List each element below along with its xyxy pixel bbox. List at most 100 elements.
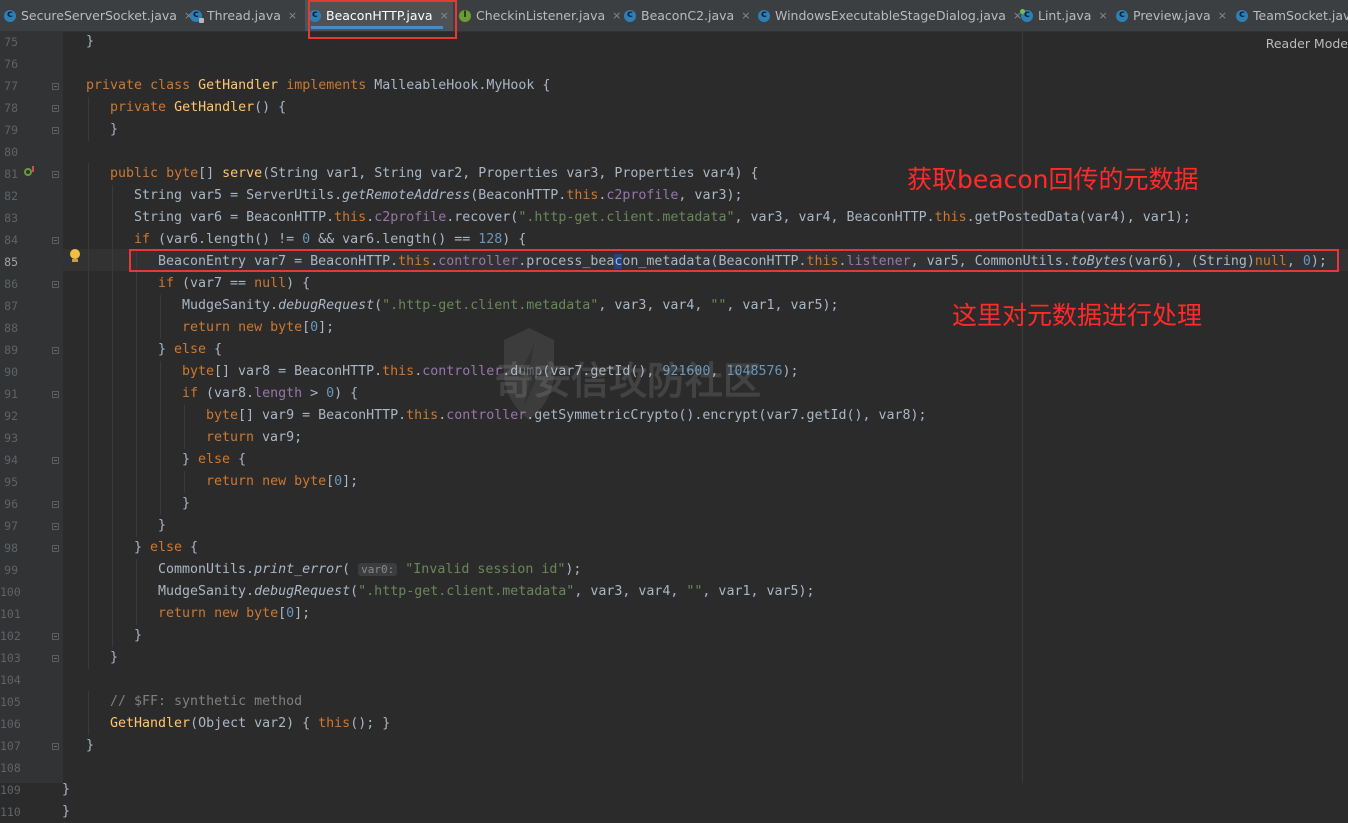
fold-toggle-icon[interactable] (52, 281, 59, 288)
code-line[interactable]: } else { (134, 537, 198, 559)
tab-checkin-listener[interactable]: CheckinListener.java × (455, 0, 621, 31)
line-number: 101 (0, 607, 21, 621)
indent-guide (160, 405, 161, 427)
fold-toggle-icon[interactable] (52, 171, 59, 178)
fold-toggle-icon[interactable] (52, 105, 59, 112)
line-number: 82 (4, 189, 18, 203)
code-line[interactable]: } (110, 647, 118, 669)
fold-toggle-icon[interactable] (52, 83, 59, 90)
tab-beacon-http[interactable]: BeaconHTTP.java × (305, 0, 453, 31)
annotation-top: 获取beacon回传的元数据 (907, 165, 1199, 194)
code-line[interactable]: } else { (182, 449, 246, 471)
indent-guide (88, 317, 89, 339)
tab-secure-server-socket[interactable]: SecureServerSocket.java × (0, 0, 193, 31)
code-line[interactable]: // $FF: synthetic method (110, 691, 302, 713)
tab-thread[interactable]: Thread.java × (186, 0, 303, 31)
code-line[interactable]: } (86, 735, 94, 757)
fold-toggle-icon[interactable] (52, 633, 59, 640)
java-class-icon (1116, 7, 1128, 22)
code-line[interactable]: String var5 = ServerUtils.getRemoteAddre… (134, 185, 742, 207)
indent-guide (112, 581, 113, 603)
java-interface-icon (459, 8, 471, 23)
code-line[interactable]: if (var8.length > 0) { (182, 383, 358, 405)
lightbulb-icon[interactable] (69, 249, 81, 263)
override-method-icon[interactable] (24, 166, 36, 178)
indent-guide (184, 471, 185, 493)
indent-guide (88, 471, 89, 493)
code-line[interactable]: if (var7 == null) { (158, 273, 310, 295)
indent-guide (112, 295, 113, 317)
indent-guide (136, 515, 137, 537)
code-line[interactable]: CommonUtils.print_error( var0: "Invalid … (158, 559, 581, 581)
indent-guide (136, 317, 137, 339)
code-line[interactable]: } (86, 31, 94, 53)
tab-preview[interactable]: Preview.java × (1112, 0, 1230, 31)
indent-guide (88, 691, 89, 713)
code-line[interactable]: } (158, 515, 166, 537)
fold-toggle-icon[interactable] (52, 501, 59, 508)
code-line[interactable]: private class GetHandler implements Mall… (86, 75, 550, 97)
indent-guide (112, 185, 113, 207)
indent-guide (88, 383, 89, 405)
indent-guide (112, 317, 113, 339)
close-icon[interactable]: × (288, 9, 297, 22)
line-number: 78 (4, 101, 18, 115)
code-line[interactable]: return new byte[0]; (206, 471, 358, 493)
tab-lint[interactable]: Lint.java × (1017, 0, 1109, 31)
tab-windows-executable-stage-dialog[interactable]: WindowsExecutableStageDialog.java × (754, 0, 1022, 31)
code-line[interactable]: byte[] var9 = BeaconHTTP.this.controller… (206, 405, 927, 427)
indent-guide (112, 537, 113, 559)
code-line[interactable]: if (var6.length() != 0 && var6.length() … (134, 229, 526, 251)
fold-toggle-icon[interactable] (52, 457, 59, 464)
code-line[interactable]: } (110, 119, 118, 141)
code-line[interactable]: MudgeSanity.debugRequest(".http-get.clie… (182, 295, 839, 317)
indent-guide (112, 449, 113, 471)
indent-guide (136, 603, 137, 625)
fold-toggle-icon[interactable] (52, 743, 59, 750)
fold-toggle-icon[interactable] (52, 655, 59, 662)
fold-toggle-icon[interactable] (52, 523, 59, 530)
fold-toggle-icon[interactable] (52, 127, 59, 134)
reader-mode-button[interactable]: Reader Mode (1266, 36, 1348, 51)
code-line[interactable]: return new byte[0]; (182, 317, 334, 339)
fold-toggle-icon[interactable] (52, 347, 59, 354)
tab-label: CheckinListener.java (476, 8, 606, 23)
code-line[interactable]: GetHandler(Object var2) { this(); } (110, 713, 390, 735)
code-line[interactable]: public byte[] serve(String var1, String … (110, 163, 759, 185)
indent-guide (136, 405, 137, 427)
code-line[interactable]: MudgeSanity.debugRequest(".http-get.clie… (158, 581, 815, 603)
indent-guide (88, 603, 89, 625)
indent-guide (136, 559, 137, 581)
close-icon[interactable]: × (741, 9, 750, 22)
indent-guide (112, 207, 113, 229)
fold-toggle-icon[interactable] (52, 237, 59, 244)
code-line[interactable]: BeaconEntry var7 = BeaconHTTP.this.contr… (158, 251, 1327, 273)
line-number: 102 (0, 629, 21, 643)
line-number: 86 (4, 277, 18, 291)
code-line[interactable]: } else { (158, 339, 222, 361)
code-line[interactable]: return new byte[0]; (158, 603, 310, 625)
code-line[interactable]: } (62, 801, 70, 823)
fold-toggle-icon[interactable] (52, 545, 59, 552)
code-line[interactable]: } (134, 625, 142, 647)
tab-beacon-c2[interactable]: BeaconC2.java × (620, 0, 750, 31)
indent-guide (88, 163, 89, 185)
java-class-icon (309, 7, 321, 22)
close-icon[interactable]: × (1218, 9, 1227, 22)
code-line[interactable]: } (62, 779, 70, 801)
line-number: 87 (4, 299, 18, 313)
code-line[interactable]: String var6 = BeaconHTTP.this.c2profile.… (134, 207, 1191, 229)
line-number: 95 (4, 475, 18, 489)
fold-toggle-icon[interactable] (52, 391, 59, 398)
close-icon[interactable]: × (1098, 9, 1107, 22)
close-icon[interactable]: × (440, 9, 449, 22)
code-line[interactable]: return var9; (206, 427, 302, 449)
code-line[interactable]: private GetHandler() { (110, 97, 286, 119)
indent-guide (112, 361, 113, 383)
tab-team-socket[interactable]: TeamSocket.java (1232, 0, 1348, 31)
line-number: 79 (4, 123, 18, 137)
right-margin-guide (1022, 31, 1023, 783)
code-line[interactable]: } (182, 493, 190, 515)
indent-guide (88, 273, 89, 295)
tab-label: Thread.java (207, 8, 281, 23)
